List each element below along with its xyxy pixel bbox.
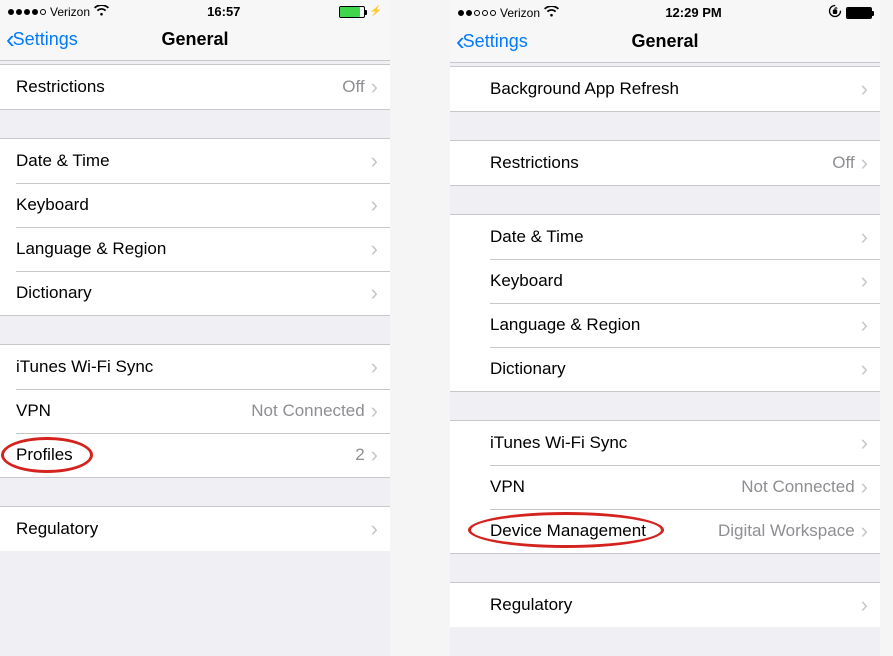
cell-dictionary[interactable]: Dictionary › bbox=[0, 271, 390, 315]
chevron-right-icon: › bbox=[861, 432, 868, 454]
cell-label: Language & Region bbox=[490, 315, 861, 335]
cell-label: VPN bbox=[490, 477, 741, 497]
chevron-right-icon: › bbox=[371, 282, 378, 304]
cell-label: Keyboard bbox=[490, 271, 861, 291]
chevron-right-icon: › bbox=[371, 444, 378, 466]
cell-language-region[interactable]: Language & Region › bbox=[450, 303, 880, 347]
chevron-right-icon: › bbox=[371, 194, 378, 216]
chevron-right-icon: › bbox=[371, 356, 378, 378]
cell-label: Date & Time bbox=[490, 227, 861, 247]
cell-itunes-wifi-sync[interactable]: iTunes Wi-Fi Sync › bbox=[450, 421, 880, 465]
back-button[interactable]: ‹ Settings bbox=[456, 31, 528, 52]
cell-detail: Digital Workspace bbox=[718, 521, 855, 541]
signal-dots bbox=[8, 9, 46, 15]
cell-detail: Not Connected bbox=[741, 477, 854, 497]
cell-label: Language & Region bbox=[16, 239, 371, 259]
cell-label: Date & Time bbox=[16, 151, 371, 171]
cell-regulatory[interactable]: Regulatory › bbox=[450, 583, 880, 627]
nav-bar: ‹ Settings General bbox=[0, 21, 390, 61]
cell-label: Regulatory bbox=[16, 519, 371, 539]
cell-device-management[interactable]: Device Management Digital Workspace › bbox=[450, 509, 880, 553]
cell-label: Restrictions bbox=[16, 77, 342, 97]
cell-vpn[interactable]: VPN Not Connected › bbox=[0, 389, 390, 433]
cell-label: iTunes Wi-Fi Sync bbox=[490, 433, 861, 453]
cell-label: Profiles bbox=[16, 445, 355, 465]
battery-icon bbox=[339, 6, 365, 18]
wifi-icon bbox=[94, 5, 109, 18]
cell-keyboard[interactable]: Keyboard › bbox=[450, 259, 880, 303]
cell-label: Regulatory bbox=[490, 595, 861, 615]
cell-restrictions[interactable]: Restrictions Off › bbox=[450, 141, 880, 185]
chevron-right-icon: › bbox=[371, 150, 378, 172]
cell-label: Dictionary bbox=[16, 283, 371, 303]
status-bar: Verizon 16:57 ⚡ bbox=[0, 0, 390, 21]
cell-date-time[interactable]: Date & Time › bbox=[0, 139, 390, 183]
carrier-label: Verizon bbox=[500, 6, 540, 20]
chevron-right-icon: › bbox=[861, 226, 868, 248]
chevron-right-icon: › bbox=[861, 78, 868, 100]
chevron-right-icon: › bbox=[861, 594, 868, 616]
cell-background-app-refresh[interactable]: Background App Refresh › bbox=[450, 67, 880, 111]
cell-detail: Not Connected bbox=[251, 401, 364, 421]
wifi-icon bbox=[544, 6, 559, 19]
cell-itunes-wifi-sync[interactable]: iTunes Wi-Fi Sync › bbox=[0, 345, 390, 389]
cell-detail: Off bbox=[832, 153, 854, 173]
clock-label: 16:57 bbox=[207, 4, 240, 19]
chevron-right-icon: › bbox=[861, 476, 868, 498]
cell-keyboard[interactable]: Keyboard › bbox=[0, 183, 390, 227]
cell-regulatory[interactable]: Regulatory › bbox=[0, 507, 390, 551]
chevron-right-icon: › bbox=[861, 520, 868, 542]
chevron-right-icon: › bbox=[371, 76, 378, 98]
cell-detail: 2 bbox=[355, 445, 364, 465]
signal-dots bbox=[458, 10, 496, 16]
cell-restrictions[interactable]: Restrictions Off › bbox=[0, 65, 390, 109]
chevron-right-icon: › bbox=[371, 238, 378, 260]
cell-vpn[interactable]: VPN Not Connected › bbox=[450, 465, 880, 509]
phone-right: Verizon 12:29 PM ‹ Settings General Back… bbox=[450, 0, 880, 656]
cell-label: Device Management bbox=[490, 521, 718, 541]
chevron-right-icon: › bbox=[861, 314, 868, 336]
cell-language-region[interactable]: Language & Region › bbox=[0, 227, 390, 271]
chevron-right-icon: › bbox=[861, 152, 868, 174]
nav-bar: ‹ Settings General bbox=[450, 23, 880, 63]
cell-label: Restrictions bbox=[490, 153, 832, 173]
back-label: Settings bbox=[463, 31, 528, 52]
battery-icon bbox=[846, 7, 872, 19]
back-label: Settings bbox=[13, 29, 78, 50]
cell-label: VPN bbox=[16, 401, 251, 421]
cell-date-time[interactable]: Date & Time › bbox=[450, 215, 880, 259]
chevron-right-icon: › bbox=[861, 270, 868, 292]
cell-label: iTunes Wi-Fi Sync bbox=[16, 357, 371, 377]
cell-profiles[interactable]: Profiles 2 › bbox=[0, 433, 390, 477]
cell-dictionary[interactable]: Dictionary › bbox=[450, 347, 880, 391]
cell-label: Keyboard bbox=[16, 195, 371, 215]
charging-icon: ⚡ bbox=[370, 6, 382, 17]
cell-label: Dictionary bbox=[490, 359, 861, 379]
phone-left: Verizon 16:57 ⚡ ‹ Settings General Restr… bbox=[0, 0, 390, 656]
chevron-right-icon: › bbox=[371, 400, 378, 422]
cell-detail: Off bbox=[342, 77, 364, 97]
chevron-right-icon: › bbox=[371, 518, 378, 540]
clock-label: 12:29 PM bbox=[665, 5, 721, 20]
cell-label: Background App Refresh bbox=[490, 79, 861, 99]
chevron-right-icon: › bbox=[861, 358, 868, 380]
status-bar: Verizon 12:29 PM bbox=[450, 0, 880, 23]
back-button[interactable]: ‹ Settings bbox=[6, 29, 78, 50]
rotation-lock-icon bbox=[828, 4, 842, 21]
carrier-label: Verizon bbox=[50, 5, 90, 19]
